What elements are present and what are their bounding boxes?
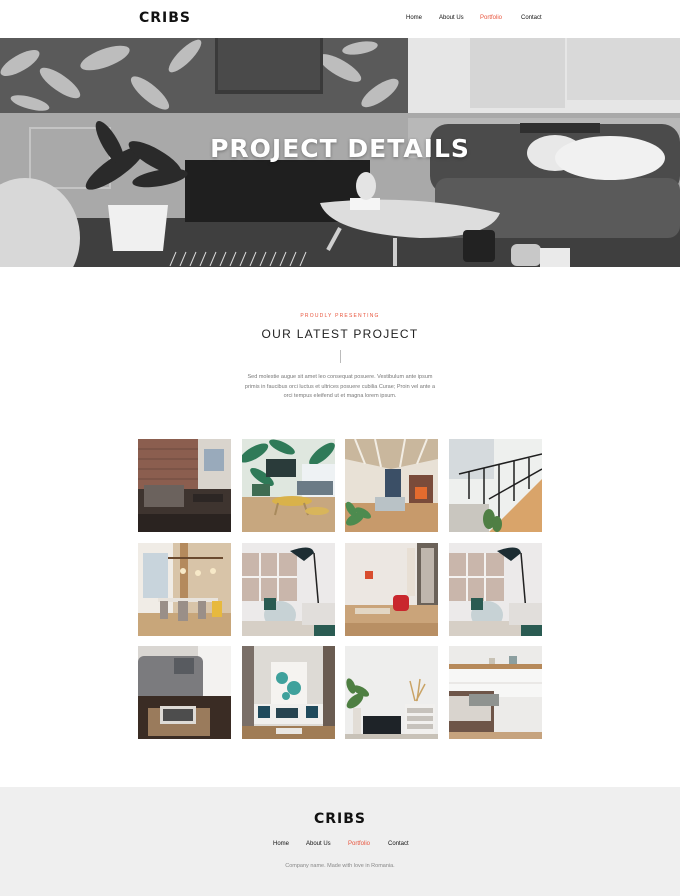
nav-about-us[interactable]: About Us	[439, 15, 464, 21]
gallery-image-teal-sofa-artwork[interactable]	[242, 646, 335, 739]
gallery-image-white-bedroom-dresser[interactable]	[449, 646, 542, 739]
footer-logo[interactable]: CRIBS	[0, 811, 680, 827]
gallery-image-grey-sofa-magazines[interactable]	[138, 646, 231, 739]
gallery-image-living-room-red-chair[interactable]	[345, 543, 438, 636]
section-description: Sed molestie augue sit amet leo consequa…	[244, 374, 436, 399]
gallery-image-sitting-area-floor-lamp-2[interactable]	[449, 543, 542, 636]
nav-portfolio[interactable]: Portfolio	[480, 15, 502, 21]
section-kicker: PROUDLY PRESENTING	[300, 313, 380, 319]
footer-nav-portfolio[interactable]: Portfolio	[348, 841, 370, 847]
gallery-image-staircase-plants[interactable]	[449, 439, 542, 532]
gallery-image-brick-wall-living-room[interactable]	[138, 439, 231, 532]
footer-nav-home[interactable]: Home	[273, 841, 289, 847]
hero-banner: PROJECT DETAILS	[0, 38, 680, 267]
gallery-image-black-sofa-plant[interactable]	[345, 646, 438, 739]
gallery-image-sitting-area-floor-lamp[interactable]	[242, 543, 335, 636]
nav-home[interactable]: Home	[406, 15, 422, 21]
site-logo[interactable]: CRIBS	[139, 10, 191, 26]
gallery-image-tropical-wallpaper-living-room[interactable]	[242, 439, 335, 532]
nav-contact[interactable]: Contact	[521, 15, 542, 21]
footer-nav-contact[interactable]: Contact	[388, 841, 409, 847]
site-footer: CRIBS Home About Us Portfolio Contact Co…	[0, 787, 680, 896]
footer-copyright: Company name. Made with love in Romania.	[285, 863, 395, 869]
gallery-image-dining-room-chandelier[interactable]	[138, 543, 231, 636]
gallery-image-loft-kitchen-fireplace[interactable]	[345, 439, 438, 532]
site-header: CRIBS Home About Us Portfolio Contact	[0, 0, 680, 38]
section-title: OUR LATEST PROJECT	[261, 327, 419, 341]
title-divider	[340, 350, 341, 363]
footer-nav-about-us[interactable]: About Us	[306, 841, 331, 847]
hero-title: PROJECT DETAILS	[210, 134, 470, 163]
